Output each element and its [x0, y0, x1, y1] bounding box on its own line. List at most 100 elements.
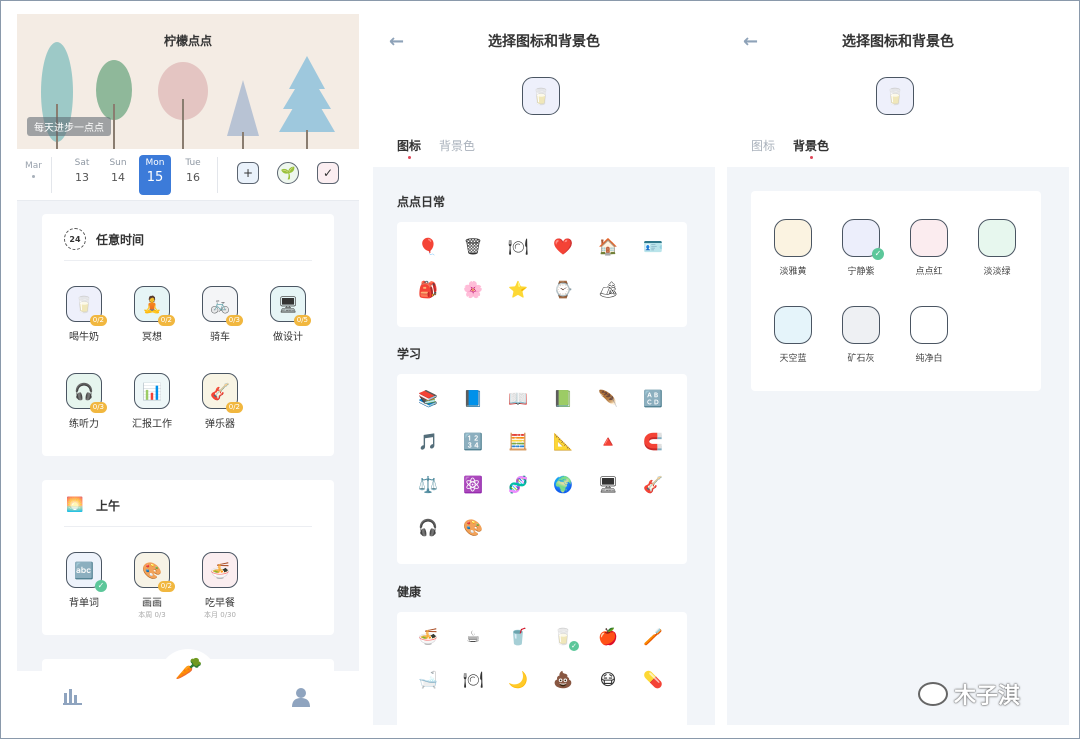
habit-milk[interactable]: 🥛 0/2 喝牛奶: [54, 286, 114, 343]
swatch-label: 淡雅黄: [779, 267, 807, 277]
icon-option[interactable]: 🖥: [596, 473, 620, 497]
icon-option[interactable]: 🍜: [416, 625, 440, 649]
icon-option[interactable]: 🛁: [416, 668, 440, 692]
clock-24-icon: 24: [64, 228, 86, 250]
icon-option[interactable]: 📐: [551, 430, 575, 454]
swatch-label: 宁静紫: [847, 267, 875, 277]
icon-option[interactable]: 🌸: [461, 278, 485, 302]
tab-icon[interactable]: 图标: [751, 137, 775, 154]
day-mon-selected[interactable]: Mon 15: [139, 155, 171, 195]
swatch-option[interactable]: 天空蓝: [763, 306, 823, 364]
swatch-option[interactable]: 淡雅黄: [763, 219, 823, 277]
icon-option[interactable]: 🪶: [596, 387, 620, 411]
icon-option[interactable]: ⭐: [506, 278, 530, 302]
swatch-option[interactable]: 淡淡绿: [967, 219, 1027, 277]
icon-option[interactable]: 🔠: [641, 387, 665, 411]
swatch-option[interactable]: ✓ 宁静紫: [831, 219, 891, 277]
icon-option[interactable]: 🪪: [641, 235, 665, 259]
progress-badge: 0/2: [225, 402, 243, 413]
habit-breakfast[interactable]: 🍜 吃早餐 本月 0/30: [190, 552, 250, 620]
habit-instrument[interactable]: 🎸 0/2 弹乐器: [190, 373, 250, 430]
watermark-text: 木子淇: [954, 684, 1021, 709]
icon-option[interactable]: 📖: [506, 387, 530, 411]
day-name: Sat: [74, 158, 90, 168]
icon-option[interactable]: ❤️: [551, 235, 575, 259]
page-title: 选择图标和背景色: [842, 34, 954, 50]
icon-option[interactable]: 🎧: [416, 516, 440, 540]
stats-icon[interactable]: [63, 687, 83, 705]
icon-option[interactable]: ⚛️: [461, 473, 485, 497]
icon-option[interactable]: 🔺: [596, 430, 620, 454]
habit-cycling[interactable]: 🚲 0/3 骑车: [190, 286, 250, 343]
habit-listening[interactable]: 🎧 0/3 练听力: [54, 373, 114, 430]
tab-icon[interactable]: 图标: [397, 137, 421, 159]
icon-option[interactable]: 🎸: [641, 473, 665, 497]
icon-option[interactable]: 💊: [641, 668, 665, 692]
icon-option[interactable]: 🎨: [461, 516, 485, 540]
habit-label: 练听力: [69, 419, 99, 430]
milk-icon: 🥛 0/2: [66, 286, 107, 326]
day-sat[interactable]: Sat 13: [66, 155, 98, 195]
abc-blocks-icon: 🔤 ✓: [66, 552, 107, 592]
day-sun[interactable]: Sun 14: [102, 155, 134, 195]
icon-option[interactable]: 🥤: [506, 625, 530, 649]
icon-option[interactable]: 🗑: [461, 235, 485, 259]
icon-option[interactable]: ⌚: [551, 278, 575, 302]
icon-option[interactable]: ☕: [461, 625, 485, 649]
calendar-check-icon[interactable]: ✓: [317, 162, 339, 184]
icon-option[interactable]: 🥛 ✓: [551, 625, 579, 651]
habit-vocabulary[interactable]: 🔤 ✓ 背单词: [54, 552, 114, 609]
habit-design[interactable]: 🖥 0/5 做设计: [258, 286, 318, 343]
icon-option[interactable]: 📚: [416, 387, 440, 411]
icon-option[interactable]: 🌍: [551, 473, 575, 497]
day-number: 16: [186, 171, 200, 184]
day-number: 15: [146, 170, 164, 185]
habit-report[interactable]: 📊 汇报工作: [122, 373, 182, 430]
habit-meditate[interactable]: 🧘 0/2 冥想: [122, 286, 182, 343]
bowl-icon: 🍜: [202, 552, 238, 588]
icon-option[interactable]: 🧲: [641, 430, 665, 454]
icon-option[interactable]: 🍽: [506, 235, 530, 259]
profile-icon[interactable]: [291, 687, 311, 707]
icon-option[interactable]: 🎒: [416, 278, 440, 302]
day-tue[interactable]: Tue 16: [177, 155, 209, 195]
progress-badge: 0/3: [89, 402, 107, 413]
icon-option[interactable]: 🔢: [461, 430, 485, 454]
icon-option[interactable]: 🌙: [506, 668, 530, 692]
icon-option[interactable]: 🏠: [596, 235, 620, 259]
bottom-tab-bar: 🥕: [17, 649, 359, 725]
picker-tabs: 图标 背景色: [397, 137, 475, 159]
done-check-icon: ✓: [95, 580, 107, 592]
header-banner: 柠檬点点 每天进步一点点: [17, 14, 359, 149]
add-habit-icon[interactable]: +: [237, 162, 259, 184]
habit-label: 吃早餐: [205, 598, 235, 609]
habit-painting[interactable]: 🎨 0/2 画画 本周 0/3: [122, 552, 182, 620]
swatch-grid: 淡雅黄 ✓ 宁静紫 点点红 淡淡绿天空蓝 矿石灰 纯净白: [751, 191, 1041, 391]
icon-option[interactable]: 😷: [596, 668, 620, 692]
icon-option[interactable]: 📗: [551, 387, 575, 411]
radish-icon[interactable]: 🥕: [175, 657, 202, 693]
day-name: Tue: [185, 158, 201, 168]
sprout-icon[interactable]: 🌱: [277, 162, 299, 184]
icon-option[interactable]: 🧬: [506, 473, 530, 497]
icon-option[interactable]: 📘: [461, 387, 485, 411]
icon-grid-study: 📚 📘 📖 📗 🪶 🔠 🎵 🔢 🧮 📐 🔺 🧲 ⚖️ ⚛️ 🧬 🌍 🖥 🎸 🎧 🎨: [397, 374, 687, 564]
swatch-option[interactable]: 点点红: [899, 219, 959, 277]
icon-option[interactable]: 🧮: [506, 430, 530, 454]
anytime-header: 24 任意时间: [64, 228, 144, 250]
icon-option[interactable]: 🎈: [416, 235, 440, 259]
icon-option[interactable]: 🎵: [416, 430, 440, 454]
icon-option[interactable]: 🍎: [596, 625, 620, 649]
icon-option[interactable]: 💩: [551, 668, 575, 692]
tab-background[interactable]: 背景色: [439, 137, 475, 154]
color-body: 淡雅黄 ✓ 宁静紫 点点红 淡淡绿天空蓝 矿石灰 纯净白: [727, 167, 1069, 725]
swatch-option[interactable]: 纯净白: [899, 306, 959, 364]
tab-background[interactable]: 背景色: [793, 137, 829, 159]
swatch-option[interactable]: 矿石灰: [831, 306, 891, 364]
month-selector[interactable]: Mar: [25, 161, 42, 178]
icon-option[interactable]: 🏕: [596, 278, 620, 302]
icon-option[interactable]: ⚖️: [416, 473, 440, 497]
icon-option[interactable]: 🍽: [461, 668, 485, 692]
icon-option[interactable]: 🪥: [641, 625, 665, 649]
section-title: 上午: [96, 498, 121, 513]
